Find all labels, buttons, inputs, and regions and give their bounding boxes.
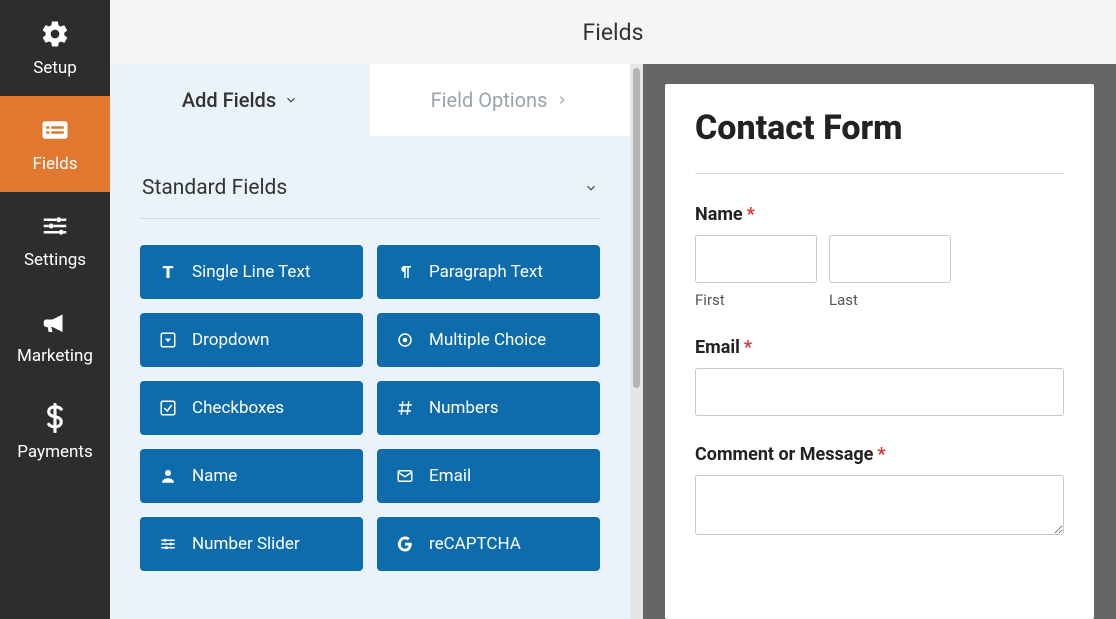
field-label: Checkboxes [192, 398, 284, 418]
first-name-input[interactable] [695, 235, 817, 283]
field-numbers[interactable]: Numbers [377, 381, 600, 435]
field-label: Name* [695, 204, 1064, 225]
field-multiple-choice[interactable]: Multiple Choice [377, 313, 600, 367]
user-icon [158, 466, 178, 486]
field-label: Single Line Text [192, 262, 310, 282]
radio-dot-icon [395, 330, 415, 350]
paragraph-icon [395, 262, 415, 282]
field-label: Dropdown [192, 330, 269, 350]
fields-panel: Add Fields Field Options Standard Fields [110, 64, 630, 619]
sidebar-item-label: Fields [32, 154, 77, 174]
tab-label: Field Options [431, 88, 548, 112]
divider [695, 173, 1064, 174]
tab-field-options[interactable]: Field Options [370, 64, 630, 136]
tab-add-fields[interactable]: Add Fields [110, 64, 370, 136]
app-root: Setup Fields Settings Marketing Payments [0, 0, 1116, 619]
gear-icon [39, 18, 71, 50]
sublabel-first: First [695, 291, 817, 309]
field-label: Email* [695, 337, 1064, 358]
preview-column: Contact Form Name* First [643, 64, 1116, 619]
sidebar-item-marketing[interactable]: Marketing [0, 288, 110, 384]
name-last-col: Last [829, 235, 951, 309]
main-column: Fields Add Fields Field Options [110, 0, 1116, 619]
field-checkboxes[interactable]: Checkboxes [140, 381, 363, 435]
field-label: Comment or Message* [695, 444, 1064, 465]
required-asterisk: * [744, 337, 752, 358]
required-asterisk: * [877, 444, 885, 465]
last-name-input[interactable] [829, 235, 951, 283]
fields-section: Standard Fields Single Line Text Paragra… [110, 136, 630, 581]
text-cursor-icon [158, 262, 178, 282]
form-preview-card[interactable]: Contact Form Name* First [665, 84, 1094, 619]
sidebar-item-fields[interactable]: Fields [0, 96, 110, 192]
form-list-icon [39, 114, 71, 146]
section-title: Standard Fields [142, 176, 287, 200]
field-label: Email [429, 466, 471, 486]
scrollbar-thumb[interactable] [633, 68, 640, 388]
chevron-down-icon [284, 93, 298, 107]
preview-field-comment[interactable]: Comment or Message* [695, 444, 1064, 539]
panel-tabs: Add Fields Field Options [110, 64, 630, 136]
sidebar-item-payments[interactable]: Payments [0, 384, 110, 480]
label-text: Comment or Message [695, 444, 873, 465]
panel-scrollbar[interactable] [630, 64, 643, 619]
google-g-icon [395, 534, 415, 554]
comment-textarea[interactable] [695, 475, 1064, 535]
sidebar-item-setup[interactable]: Setup [0, 0, 110, 96]
name-row: First Last [695, 235, 1064, 309]
sidebar-item-label: Setup [33, 58, 77, 78]
workspace: Add Fields Field Options Standard Fields [110, 64, 1116, 619]
chevron-right-icon [555, 93, 569, 107]
field-paragraph-text[interactable]: Paragraph Text [377, 245, 600, 299]
caret-square-down-icon [158, 330, 178, 350]
preview-field-email[interactable]: Email* [695, 337, 1064, 416]
field-label: Number Slider [192, 534, 300, 554]
email-input[interactable] [695, 368, 1064, 416]
field-label: Paragraph Text [429, 262, 543, 282]
checkbox-icon [158, 398, 178, 418]
sliders-icon [39, 210, 71, 242]
sidebar-item-label: Marketing [17, 346, 93, 366]
page-title: Fields [583, 19, 644, 46]
form-title: Contact Form [695, 110, 1064, 147]
field-dropdown[interactable]: Dropdown [140, 313, 363, 367]
sidebar-item-label: Payments [17, 442, 92, 462]
envelope-icon [395, 466, 415, 486]
fields-grid: Single Line Text Paragraph Text Dropdown [140, 219, 600, 571]
sublabel-last: Last [829, 291, 951, 309]
label-text: Email [695, 337, 740, 358]
field-number-slider[interactable]: Number Slider [140, 517, 363, 571]
field-label: Name [192, 466, 237, 486]
chevron-down-icon [584, 181, 598, 195]
field-label: reCAPTCHA [429, 534, 521, 554]
sliders-h-icon [158, 534, 178, 554]
field-email[interactable]: Email [377, 449, 600, 503]
tab-label: Add Fields [182, 88, 276, 112]
label-text: Name [695, 204, 743, 225]
field-recaptcha[interactable]: reCAPTCHA [377, 517, 600, 571]
sidebar-item-label: Settings [24, 250, 86, 270]
dollar-icon [39, 402, 71, 434]
section-header-standard-fields[interactable]: Standard Fields [140, 158, 600, 219]
name-first-col: First [695, 235, 817, 309]
hash-icon [395, 398, 415, 418]
required-asterisk: * [747, 204, 755, 225]
preview-field-name[interactable]: Name* First Last [695, 204, 1064, 309]
sidebar: Setup Fields Settings Marketing Payments [0, 0, 110, 619]
field-name[interactable]: Name [140, 449, 363, 503]
field-label: Multiple Choice [429, 330, 546, 350]
field-single-line-text[interactable]: Single Line Text [140, 245, 363, 299]
topbar: Fields [110, 0, 1116, 64]
sidebar-item-settings[interactable]: Settings [0, 192, 110, 288]
field-label: Numbers [429, 398, 499, 418]
bullhorn-icon [39, 306, 71, 338]
